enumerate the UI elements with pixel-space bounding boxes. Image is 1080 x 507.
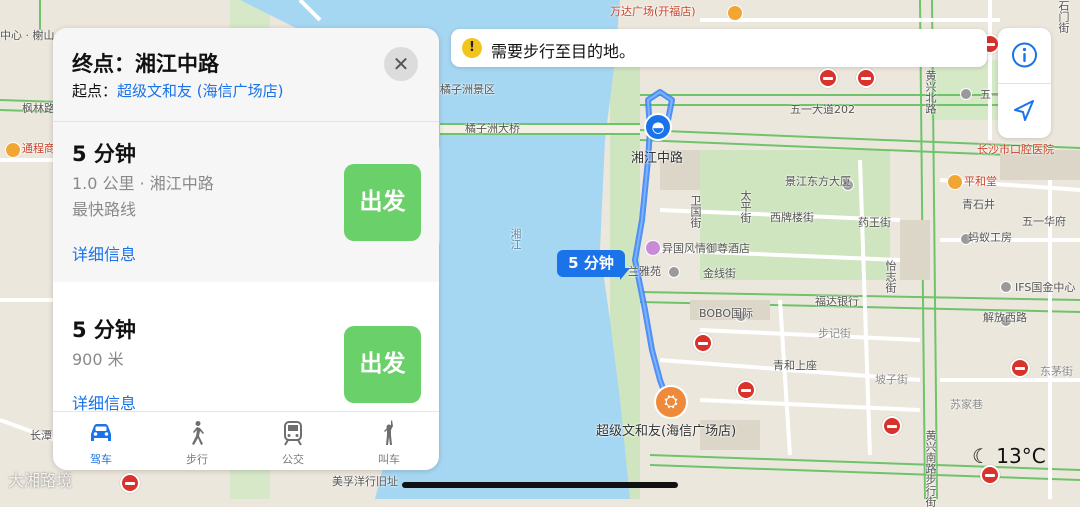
map-label: 太平街 [739, 190, 752, 223]
tab-label: 公交 [282, 453, 304, 466]
car-icon [91, 424, 111, 441]
close-icon: ✕ [392, 52, 410, 76]
tab-drive[interactable]: 驾车 [53, 412, 149, 470]
map-label: 兰雅苑 [628, 265, 661, 278]
map-label: BOBO国际 [699, 307, 754, 320]
location-arrow-icon [1014, 100, 1034, 121]
map-controls [998, 28, 1051, 138]
map-label: 东茅街 [1040, 365, 1073, 378]
route-duration: 5 分钟 [72, 318, 136, 342]
map-label: 坡子街 [875, 373, 908, 386]
map-label: 黄兴南路步行街 [924, 430, 937, 507]
map-label: 药王街 [858, 216, 891, 229]
shopping-icon [727, 5, 743, 21]
route-duration: 5 分钟 [72, 142, 136, 166]
directions-panel: 终点：湘江中路 起点：超级文和友 (海信广场店) ✕ 5 分钟 1.0 公里 ·… [53, 28, 439, 470]
no-entry-icon [882, 416, 902, 436]
origin-link[interactable]: 超级文和友 (海信广场店) [117, 82, 283, 100]
tab-transit[interactable]: 公交 [245, 412, 341, 470]
no-entry-icon [693, 333, 713, 353]
restaurant-pin-icon[interactable]: ⛭ [654, 385, 688, 419]
poi-dot-icon [1000, 281, 1012, 293]
info-button[interactable] [998, 28, 1051, 82]
map-label: 石门街 [1057, 0, 1070, 33]
walk-notice-text: 需要步行至目的地。 [491, 42, 636, 61]
hail-icon [384, 420, 393, 445]
route-time-bubble[interactable]: 5 分钟 [557, 250, 625, 277]
map-label: 西牌楼街 [770, 211, 814, 224]
locate-me-button[interactable] [998, 84, 1051, 138]
close-button[interactable]: ✕ [384, 47, 418, 81]
tab-label: 叫车 [378, 453, 400, 466]
temperature: 13°C [996, 444, 1046, 468]
map-label: 金线街 [703, 267, 736, 280]
origin-row: 起点：超级文和友 (海信广场店) [72, 80, 284, 101]
shopping-icon [5, 142, 21, 158]
poi-dot-icon [668, 266, 680, 278]
map-label: 黄兴北路 [924, 70, 937, 114]
moon-icon: ☾ [972, 444, 990, 468]
go-button[interactable]: 出发 [344, 164, 421, 241]
info-icon [1012, 42, 1037, 68]
transport-mode-tabs: 驾车 步行 公交 叫车 [53, 411, 439, 470]
map-label: 长沙市口腔医院 [977, 143, 1054, 156]
map-label: 五一大道202 [790, 103, 855, 116]
map-label: 景江东方大厦 [785, 175, 851, 188]
route-option[interactable]: 5 分钟 1.0 公里 · 湘江中路 最快路线 详细信息 出发 [53, 122, 439, 282]
walk-icon [192, 421, 204, 445]
tab-walk[interactable]: 步行 [149, 412, 245, 470]
map-label: 青石井 [962, 198, 995, 211]
walk-notice-banner: ! 需要步行至目的地。 [451, 29, 987, 67]
no-entry-icon [818, 68, 838, 88]
map-label: 怡志街 [884, 260, 897, 293]
origin-prefix: 起点： [72, 82, 118, 100]
home-indicator[interactable] [402, 482, 678, 488]
route-distance: 1.0 公里 · 湘江中路 [72, 174, 214, 193]
destination-label: 超级文和友(海信广场店) [596, 424, 737, 439]
no-entry-icon [980, 465, 1000, 485]
route-time-bubble-tail [620, 268, 630, 280]
map-label: 长潭 [30, 429, 52, 442]
route-distance: 900 米 [72, 350, 124, 369]
map-label: 美孚洋行旧址 [332, 475, 398, 488]
metro-station-pin-icon[interactable]: ◓ [644, 113, 672, 141]
map-label: 异国风情御尊酒店 [662, 242, 750, 255]
go-button[interactable]: 出发 [344, 326, 421, 403]
tab-label: 驾车 [90, 453, 112, 466]
tab-ride-hail[interactable]: 叫车 [341, 412, 437, 470]
no-entry-icon [856, 68, 876, 88]
route-details-link[interactable]: 详细信息 [72, 241, 136, 265]
map-label: 五一华府 [1022, 215, 1066, 228]
map-label: 枫林路 [22, 102, 55, 115]
map-label: 青和上座 [773, 359, 817, 372]
destination-title: 终点：湘江中路 [72, 52, 219, 76]
map-label: 橘子洲景区 [440, 83, 495, 96]
map-label: 卫国街 [689, 195, 702, 228]
map-label: 蚂蚁工房 [968, 231, 1012, 244]
panel-header: 终点：湘江中路 起点：超级文和友 (海信广场店) ✕ [53, 28, 439, 122]
poi-dot-icon [960, 88, 972, 100]
map-label: 万达广场(开福店) [610, 5, 696, 18]
map-label: 苏家巷 [950, 398, 983, 411]
warning-icon: ! [462, 38, 482, 58]
weather-widget: ☾ 13°C [972, 444, 1046, 468]
map-label: 平和堂 [964, 175, 997, 188]
route-tag: 最快路线 [72, 200, 137, 219]
watermark: 大湘路境 [8, 471, 73, 490]
map-label: 福达银行 [815, 295, 859, 308]
map-label: 中心 · 榭山 [0, 29, 55, 42]
train-icon [284, 421, 302, 446]
no-entry-icon [736, 380, 756, 400]
map-label: 步记街 [818, 327, 851, 340]
no-entry-icon [120, 473, 140, 493]
no-entry-icon [1010, 358, 1030, 378]
map-label: 湘江 [509, 228, 522, 250]
map-label: 湘江中路 [631, 151, 684, 166]
map-label: IFS国金中心 [1015, 281, 1076, 294]
tab-label: 步行 [186, 453, 208, 466]
hotel-icon [645, 240, 661, 256]
map-label: 橘子洲大桥 [465, 122, 520, 135]
map-label: 解放西路 [983, 311, 1027, 324]
shopping-icon [947, 174, 963, 190]
